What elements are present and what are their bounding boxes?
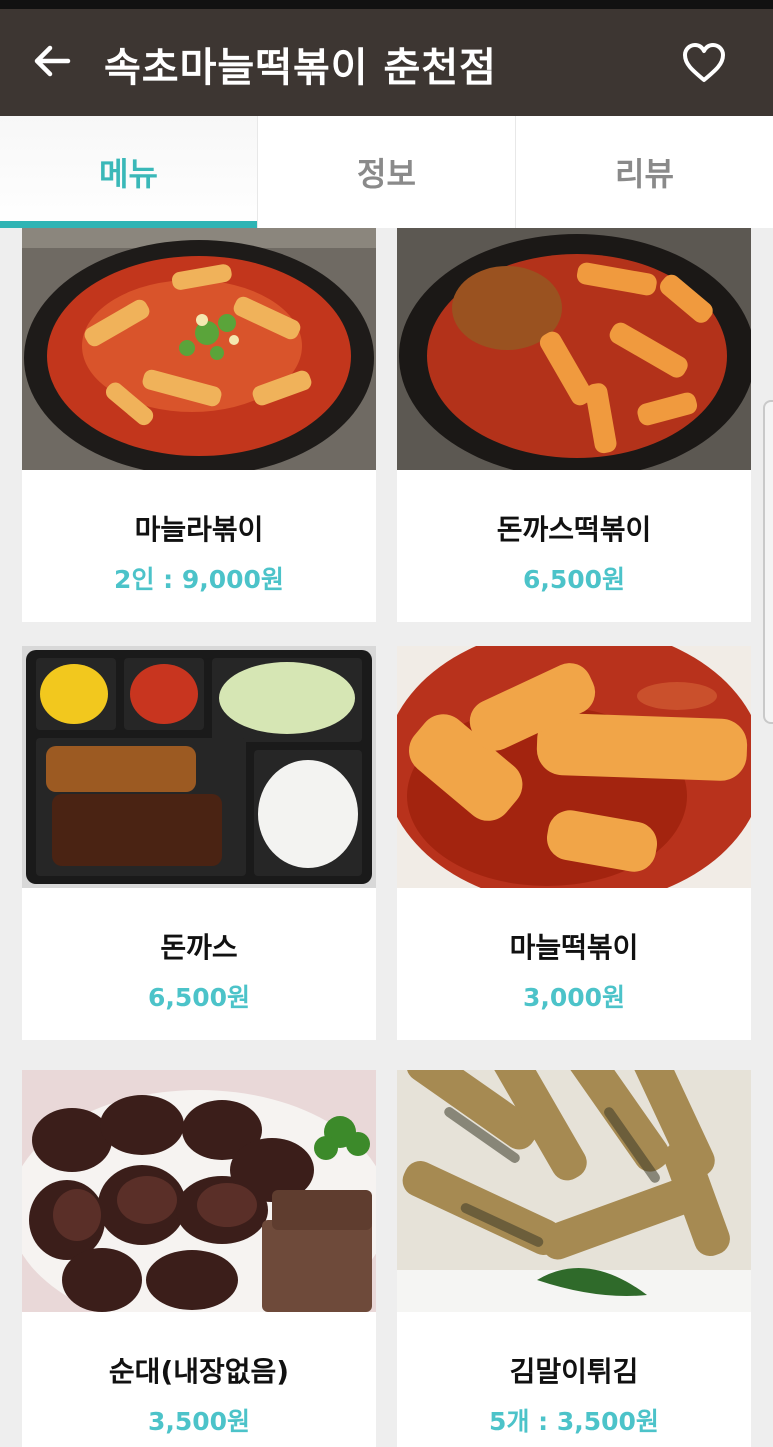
tab-info[interactable]: 정보 xyxy=(258,116,516,228)
menu-photo xyxy=(22,646,376,888)
menu-name: 순대(내장없음) xyxy=(108,1355,290,1388)
favorite-button[interactable] xyxy=(680,39,728,87)
menu-price: 3,500원 xyxy=(147,1407,251,1436)
menu-name: 마늘라볶이 xyxy=(134,513,264,546)
menu-name: 김말이튀김 xyxy=(509,1355,639,1388)
menu-card[interactable]: 마늘떡볶이 3,000원 xyxy=(397,646,751,1040)
back-button[interactable] xyxy=(30,39,74,83)
status-bar xyxy=(0,0,773,9)
tab-menu[interactable]: 메뉴 xyxy=(0,116,258,228)
menu-card[interactable]: 순대(내장없음) 3,500원 xyxy=(22,1070,376,1447)
tab-bar: 메뉴 정보 리뷰 xyxy=(0,116,773,228)
menu-price: 5개 : 3,500원 xyxy=(489,1407,659,1436)
menu-card[interactable]: 마늘라볶이 2인 : 9,000원 xyxy=(22,228,376,622)
menu-price: 6,500원 xyxy=(522,565,626,594)
menu-photo xyxy=(397,228,751,470)
tab-reviews[interactable]: 리뷰 xyxy=(516,116,773,228)
menu-name: 돈까스 xyxy=(160,931,238,964)
heart-outline-icon xyxy=(683,43,725,82)
arrow-left-icon xyxy=(34,45,71,77)
menu-price: 6,500원 xyxy=(147,983,251,1012)
menu-grid: 마늘라볶이 2인 : 9,000원 돈까스떡볶이 6,500원 돈까스 6,50… xyxy=(0,228,773,1447)
scrollbar[interactable] xyxy=(763,400,773,724)
menu-photo xyxy=(22,228,376,470)
app-bar: 속초마늘떡볶이 춘천점 xyxy=(0,9,773,116)
menu-card[interactable]: 돈까스떡볶이 6,500원 xyxy=(397,228,751,622)
menu-price: 2인 : 9,000원 xyxy=(114,565,284,594)
menu-card[interactable]: 돈까스 6,500원 xyxy=(22,646,376,1040)
menu-price: 3,000원 xyxy=(522,983,626,1012)
menu-name: 마늘떡볶이 xyxy=(509,931,639,964)
menu-photo xyxy=(397,1070,751,1312)
menu-photo xyxy=(397,646,751,888)
store-title: 속초마늘떡볶이 춘천점 xyxy=(104,45,497,91)
menu-name: 돈까스떡볶이 xyxy=(496,513,652,546)
menu-photo xyxy=(22,1070,376,1312)
menu-card[interactable]: 김말이튀김 5개 : 3,500원 xyxy=(397,1070,751,1447)
